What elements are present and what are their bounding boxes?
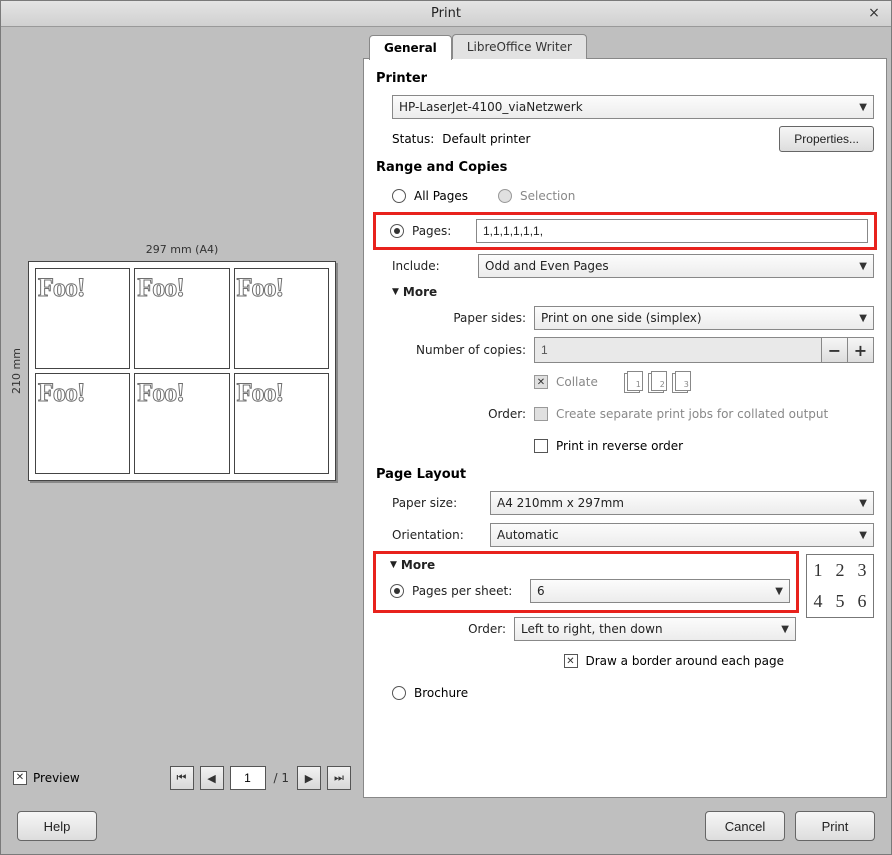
layout-order-value: Left to right, then down [521,622,663,636]
preview-sheet: Foo! Foo! Foo! Foo! Foo! Foo! [28,261,336,481]
titlebar: Print × [1,1,891,27]
dialog-footer: Help Cancel Print [1,798,891,854]
reverse-order-checkbox[interactable] [534,439,548,453]
next-page-button[interactable]: ▶ [297,766,321,790]
layout-grid-preview: 1 2 3 4 5 6 [806,554,874,618]
pages-row-highlight: Pages: [376,215,874,247]
paper-sides-select[interactable]: Print on one side (simplex) ▼ [534,306,874,330]
triangle-down-icon: ▼ [392,287,399,297]
paper-sides-label: Paper sides: [406,311,526,325]
layout-more-toggle[interactable]: ▼ More [386,558,790,572]
separate-jobs-checkbox [534,407,548,421]
orientation-label: Orientation: [392,528,482,542]
papersize-value: A4 210mm x 297mm [497,496,624,510]
selection-radio [498,189,512,203]
preview-controls: Preview ⏮ ◀ / 1 ▶ ⏭ [5,758,359,798]
printer-select-value: HP-LaserJet-4100_viaNetzwerk [399,100,583,114]
preview-cell: Foo! [134,373,229,474]
layout-order-label: Order: [426,622,506,636]
pages-label: Pages: [412,224,468,238]
page-number-input[interactable] [230,766,266,790]
dim-left-label: 210 mm [10,261,23,481]
pps-label: Pages per sheet: [412,584,522,598]
preview-sheet-wrap: 297 mm (A4) 210 mm Foo! Foo! Foo! Foo! F… [28,261,336,481]
include-select[interactable]: Odd and Even Pages ▼ [478,254,874,278]
copies-spinner[interactable]: − + [534,337,874,363]
order-label: Order: [406,407,526,421]
pps-value: 6 [537,584,545,598]
preview-cell: Foo! [234,373,329,474]
paper-sides-value: Print on one side (simplex) [541,311,702,325]
preview-cell: Foo! [35,373,130,474]
pps-radio[interactable] [390,584,404,598]
help-button[interactable]: Help [17,811,97,841]
prev-page-button[interactable]: ◀ [200,766,224,790]
collate-label: Collate [556,375,598,389]
section-printer: Printer [376,71,874,86]
chevron-down-icon: ▼ [859,498,867,509]
pps-select[interactable]: 6 ▼ [530,579,790,603]
chevron-down-icon: ▼ [775,586,783,597]
preview-cell: Foo! [134,268,229,369]
layout-order-select[interactable]: Left to right, then down ▼ [514,617,796,641]
separate-jobs-label: Create separate print jobs for collated … [556,407,828,421]
preview-checkbox-label: Preview [33,771,80,785]
properties-button[interactable]: Properties... [779,126,874,152]
copies-minus-button[interactable]: − [822,337,848,363]
all-pages-radio[interactable] [392,189,406,203]
tab-content-general: Printer HP-LaserJet-4100_viaNetzwerk ▼ S… [363,58,887,798]
preview-cell: Foo! [234,268,329,369]
status-label: Status: [392,132,434,146]
tab-bar: General LibreOffice Writer [363,31,887,59]
preview-pane: 297 mm (A4) 210 mm Foo! Foo! Foo! Foo! F… [5,31,359,798]
brochure-radio[interactable] [392,686,406,700]
preview-cell: Foo! [35,268,130,369]
chevron-down-icon: ▼ [859,313,867,324]
pps-highlight: ▼ More Pages per sheet: 6 ▼ [376,554,796,610]
orientation-select[interactable]: Automatic ▼ [490,523,874,547]
pages-input[interactable] [476,219,868,243]
pages-radio[interactable] [390,224,404,238]
section-layout: Page Layout [376,467,874,482]
chevron-down-icon: ▼ [859,102,867,113]
tab-writer[interactable]: LibreOffice Writer [452,34,587,59]
copies-input[interactable] [534,337,822,363]
cancel-button[interactable]: Cancel [705,811,785,841]
close-icon[interactable]: × [865,4,883,22]
print-button[interactable]: Print [795,811,875,841]
status-value: Default printer [442,132,530,146]
orientation-value: Automatic [497,528,559,542]
include-value: Odd and Even Pages [485,259,609,273]
triangle-down-icon: ▼ [390,560,397,570]
include-label: Include: [392,259,470,273]
dim-top-label: 297 mm (A4) [28,243,336,256]
range-more-toggle[interactable]: ▼ More [376,285,874,299]
collate-checkbox [534,375,548,389]
first-page-button[interactable]: ⏮ [170,766,194,790]
papersize-label: Paper size: [392,496,482,510]
selection-label: Selection [520,189,575,203]
tab-general[interactable]: General [369,35,452,60]
all-pages-label: All Pages [414,189,468,203]
printer-select[interactable]: HP-LaserJet-4100_viaNetzwerk ▼ [392,95,874,119]
window-title: Print [431,6,461,21]
draw-border-checkbox[interactable] [564,654,578,668]
copies-plus-button[interactable]: + [848,337,874,363]
settings-pane: General LibreOffice Writer Printer HP-La… [363,31,887,798]
page-total-label: / 1 [272,771,292,785]
brochure-label: Brochure [414,686,468,700]
last-page-button[interactable]: ⏭ [327,766,351,790]
chevron-down-icon: ▼ [781,624,789,635]
chevron-down-icon: ▼ [859,261,867,272]
copies-label: Number of copies: [406,343,526,357]
draw-border-label: Draw a border around each page [586,654,785,668]
reverse-order-label: Print in reverse order [556,439,683,453]
preview-checkbox[interactable] [13,771,27,785]
papersize-select[interactable]: A4 210mm x 297mm ▼ [490,491,874,515]
print-dialog: Print × 297 mm (A4) 210 mm Foo! Foo! Foo… [0,0,892,855]
collate-icon: 11 22 33 [624,369,694,395]
section-range: Range and Copies [376,160,874,175]
chevron-down-icon: ▼ [859,530,867,541]
